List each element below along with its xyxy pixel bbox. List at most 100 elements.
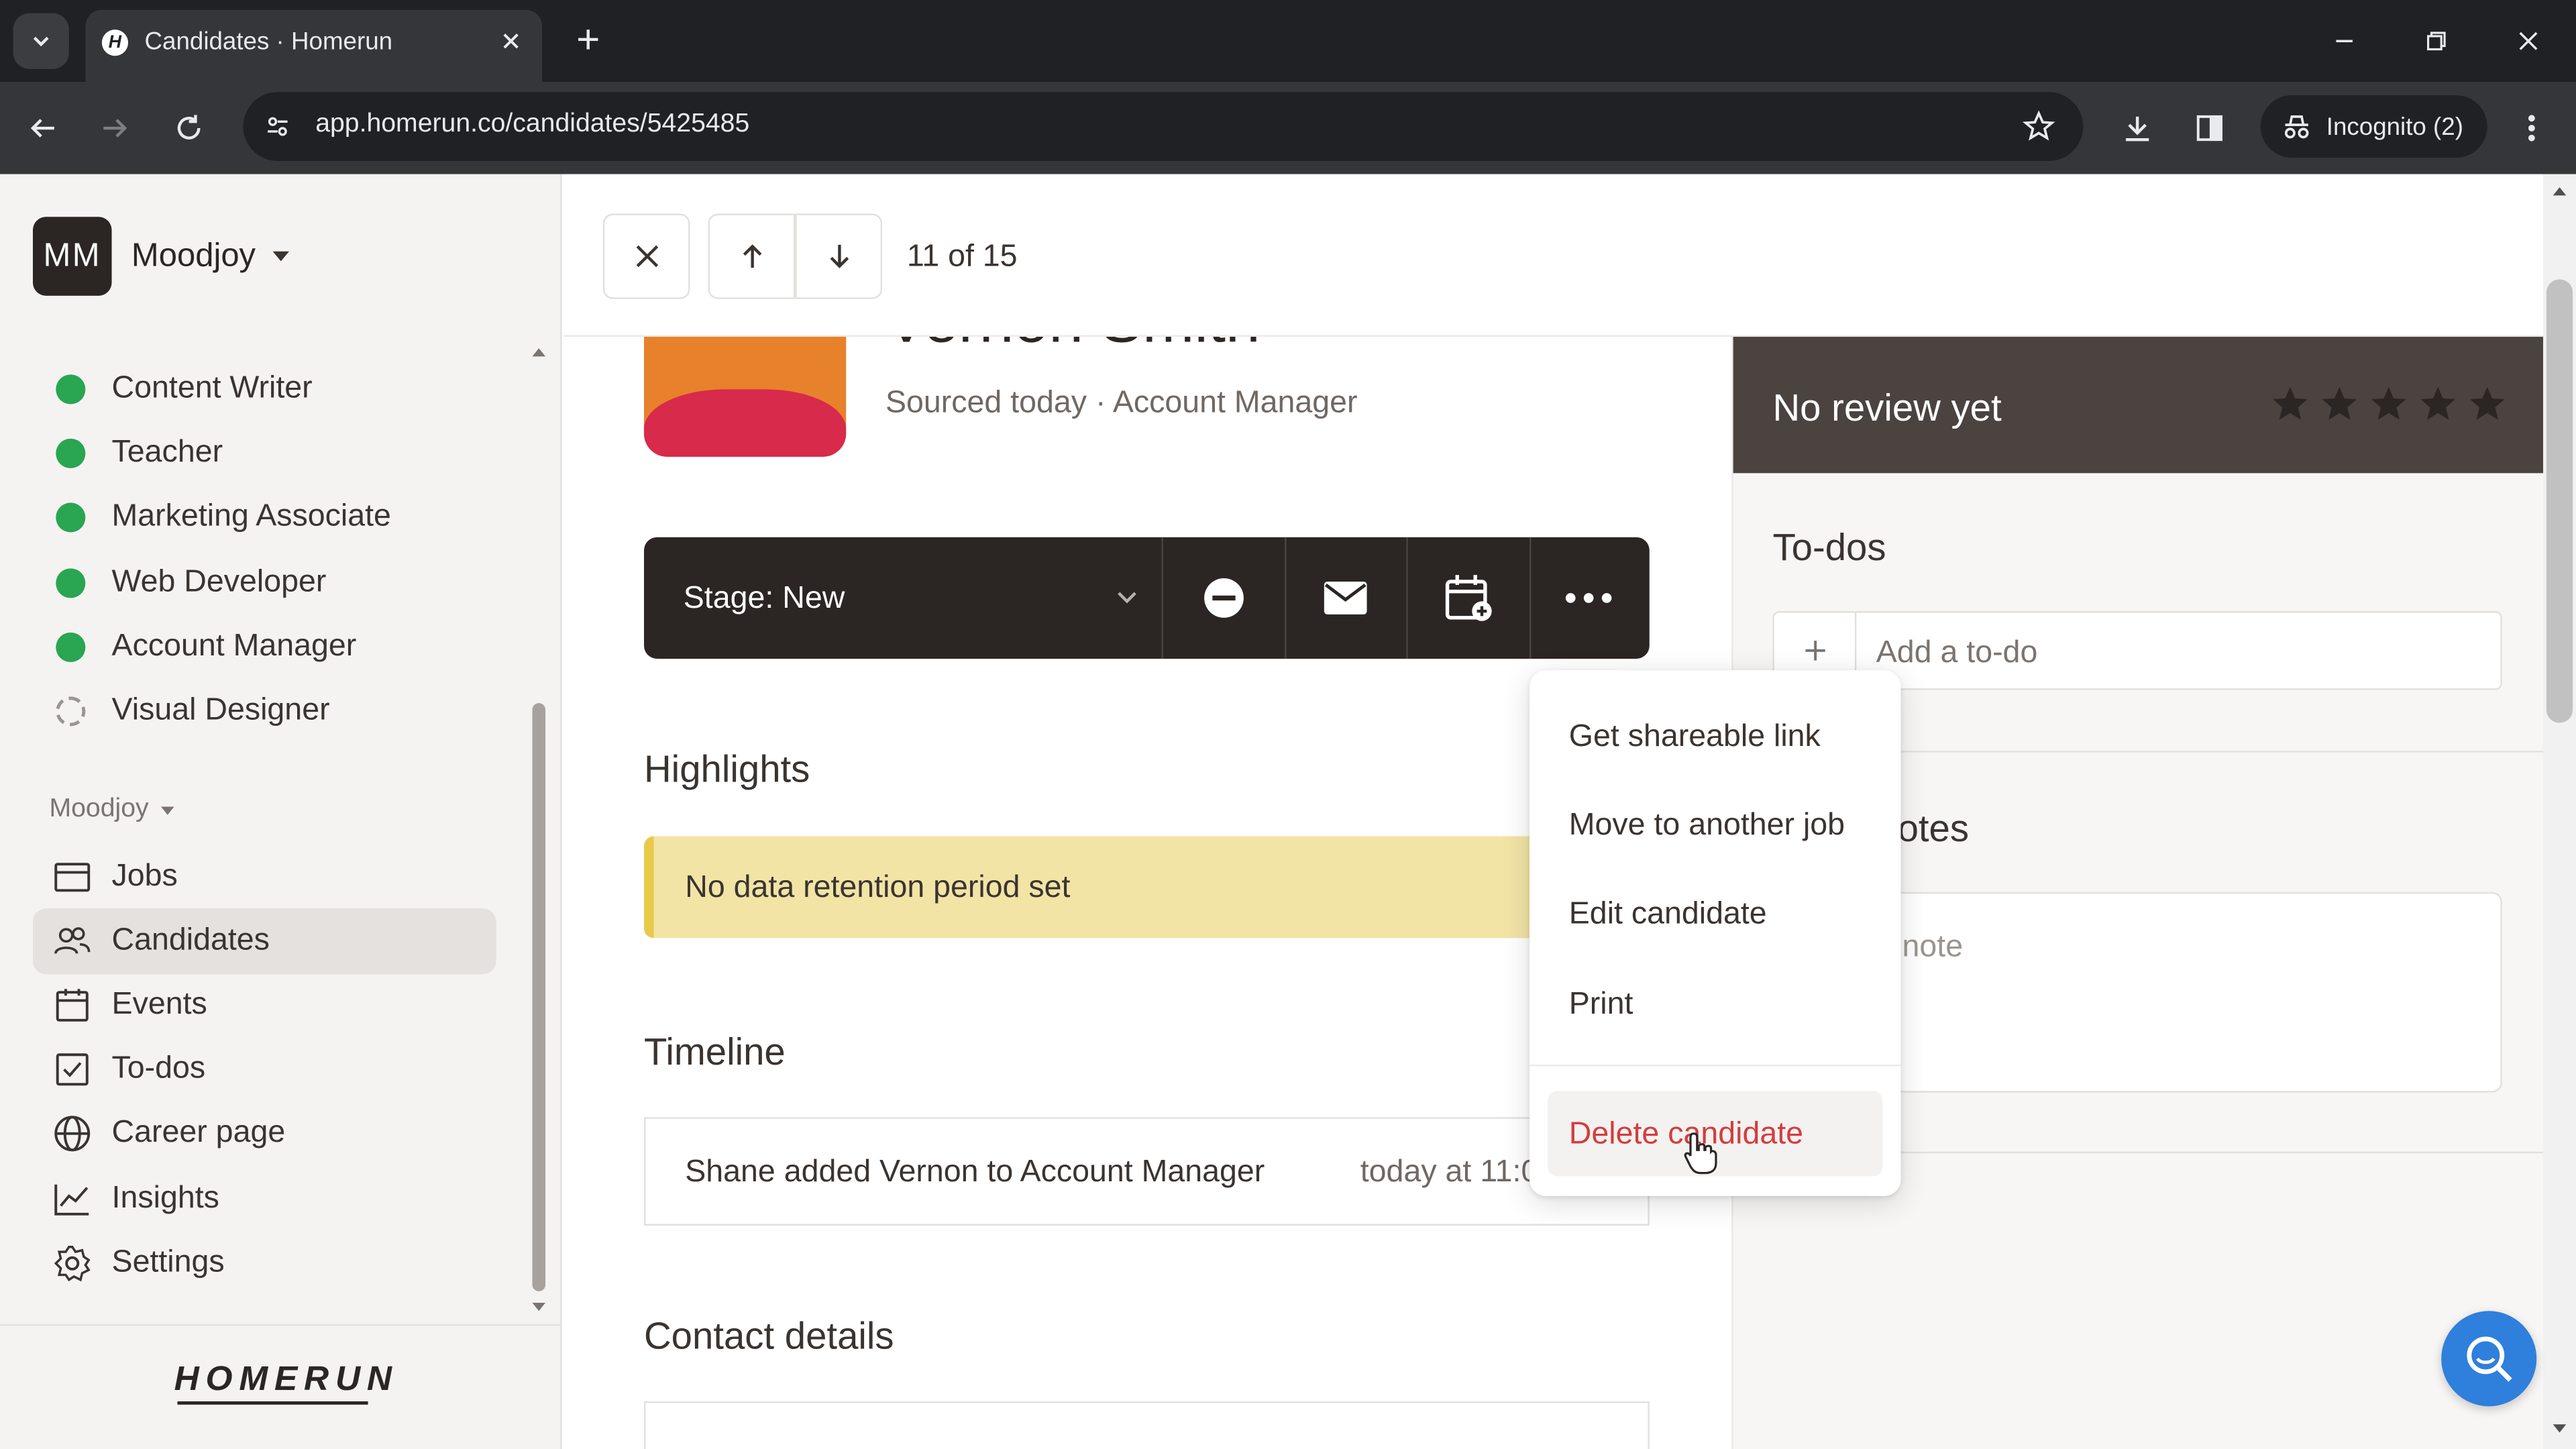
side-panel-icon [2196,115,2222,142]
chart-line-icon [52,1179,92,1219]
menu-item-get-shareable-link[interactable]: Get shareable link [1569,720,1821,756]
downloads-button[interactable] [2118,109,2157,148]
sidebar-item-events[interactable]: Events [33,973,496,1038]
contact-details-heading: Contact details [644,1314,894,1357]
address-bar[interactable]: app.homerun.co/candidates/5425485 [243,92,2084,162]
browser-menu-button[interactable] [2512,109,2551,148]
email-button[interactable] [1318,570,1373,626]
minimize-button[interactable] [2326,23,2363,59]
forward-button[interactable] [95,109,135,148]
tab-close-button[interactable] [496,26,526,56]
sidebar-job-teacher[interactable]: Teacher [56,431,223,477]
candidate-nav-header: 11 of 15 [564,174,2544,337]
candidate-action-bar: Stage: New [644,537,1650,659]
org-switcher[interactable]: MM Moodjoy [32,217,292,296]
contact-details-box [644,1401,1650,1449]
timeline-entry: Shane added Vernon to Account Manager to… [644,1117,1650,1226]
divider [1529,537,1532,659]
candidate-counter: 11 of 15 [906,239,1018,274]
disqualify-button[interactable] [1196,570,1252,626]
close-icon [635,245,657,268]
globe-icon [52,1114,92,1153]
next-candidate-button[interactable] [795,213,883,299]
restore-button[interactable] [2418,23,2455,59]
plus-icon [1805,641,1825,661]
review-status: No review yet [1772,386,2002,429]
scroll-up-arrow-icon [2553,187,2567,196]
window-close-button[interactable] [2510,23,2546,59]
sidebar-job-web-developer[interactable]: Web Developer [56,560,326,606]
job-label: Marketing Associate [111,499,391,534]
sidebar-item-jobs[interactable]: Jobs [33,845,496,910]
calendar-add-icon [1445,575,1492,621]
sidebar-item-label: Insights [111,1181,219,1216]
sidebar-job-visual-designer[interactable]: Visual Designer [56,688,330,735]
menu-item-edit-candidate[interactable]: Edit candidate [1569,897,1767,933]
todo-placeholder: Add a to-do [1876,635,2038,671]
sidebar-item-career-page[interactable]: Career page [33,1101,496,1167]
sidebar-job-marketing-associate[interactable]: Marketing Associate [56,494,391,541]
new-tab-button[interactable] [568,19,608,59]
notes-heading: otes [1897,806,1970,850]
status-dot-icon [56,438,86,468]
scroll-down-arrow-icon [2553,1424,2567,1433]
menu-item-move-to-another-job[interactable]: Move to another job [1569,808,1845,845]
sidebar-item-settings[interactable]: Settings [33,1230,496,1296]
sidebar-item-todos[interactable]: To-dos [33,1036,496,1102]
reload-button[interactable] [169,109,209,148]
arrow-down-icon [829,244,849,268]
stage-select[interactable]: Stage: New [684,582,845,618]
sidebar-scroll-thumb[interactable] [532,703,546,1291]
gear-icon [52,1244,92,1283]
star-icon[interactable] [2416,383,2459,426]
schedule-event-button[interactable] [1441,570,1497,626]
homerun-favicon-icon: H [101,30,129,56]
bookmark-button[interactable] [2021,109,2057,145]
retention-notice[interactable]: No data retention period set [644,836,1650,938]
sidebar-job-account-manager[interactable]: Account Manager [56,625,356,671]
sidebar-item-candidates[interactable]: Candidates [32,908,496,975]
people-icon [52,922,92,961]
timeline-entry-time: today at 11:0 [1360,1155,1539,1190]
chevron-down-icon [1114,583,1140,609]
page-scrollbar[interactable] [2543,174,2576,1449]
star-icon[interactable] [2318,383,2361,426]
menu-item-print[interactable]: Print [1569,987,1633,1024]
sidebar-item-label: Settings [111,1245,225,1280]
back-button[interactable] [23,109,62,148]
previous-candidate-button[interactable] [708,213,796,299]
star-icon[interactable] [2269,383,2312,426]
rating-stars[interactable] [2269,383,2509,426]
incognito-indicator[interactable]: Incognito (2) [2260,95,2487,158]
minus-circle-icon [1204,578,1244,618]
status-dot-icon [56,568,86,598]
reload-icon [177,115,201,140]
close-candidate-button[interactable] [602,213,690,299]
workspace-section-header[interactable]: Moodjoy [49,795,178,824]
caret-down-icon [162,806,175,815]
arrow-right-icon [103,119,127,138]
url-text: app.homerun.co/candidates/5425485 [315,110,750,138]
sidebar-item-insights[interactable]: Insights [33,1167,496,1232]
restore-icon [2427,32,2446,51]
star-icon[interactable] [2367,383,2410,426]
sidebar-scrollbar[interactable] [532,348,546,1311]
more-actions-button[interactable] [1561,570,1617,626]
menu-divider [1529,1064,1901,1067]
site-info-button[interactable] [260,109,296,145]
todos-heading: To-dos [1772,525,1886,569]
side-panel-button[interactable] [2190,109,2229,148]
search-icon [2467,1336,2512,1382]
sidebar-job-content-writer[interactable]: Content Writer [56,366,313,413]
job-label: Content Writer [111,371,313,406]
calendar-icon [52,985,92,1025]
sidebar-item-label: Jobs [111,859,178,894]
more-actions-menu: Get shareable link Move to another job E… [1529,670,1901,1196]
browser-tab[interactable]: H Candidates · Homerun [85,9,543,83]
page-scroll-thumb[interactable] [2546,279,2573,723]
job-label: Teacher [111,435,223,470]
star-icon[interactable] [2466,383,2509,426]
review-header: No review yet [1733,337,2545,474]
help-search-button[interactable] [2441,1311,2537,1407]
tab-search-button[interactable] [13,13,69,69]
